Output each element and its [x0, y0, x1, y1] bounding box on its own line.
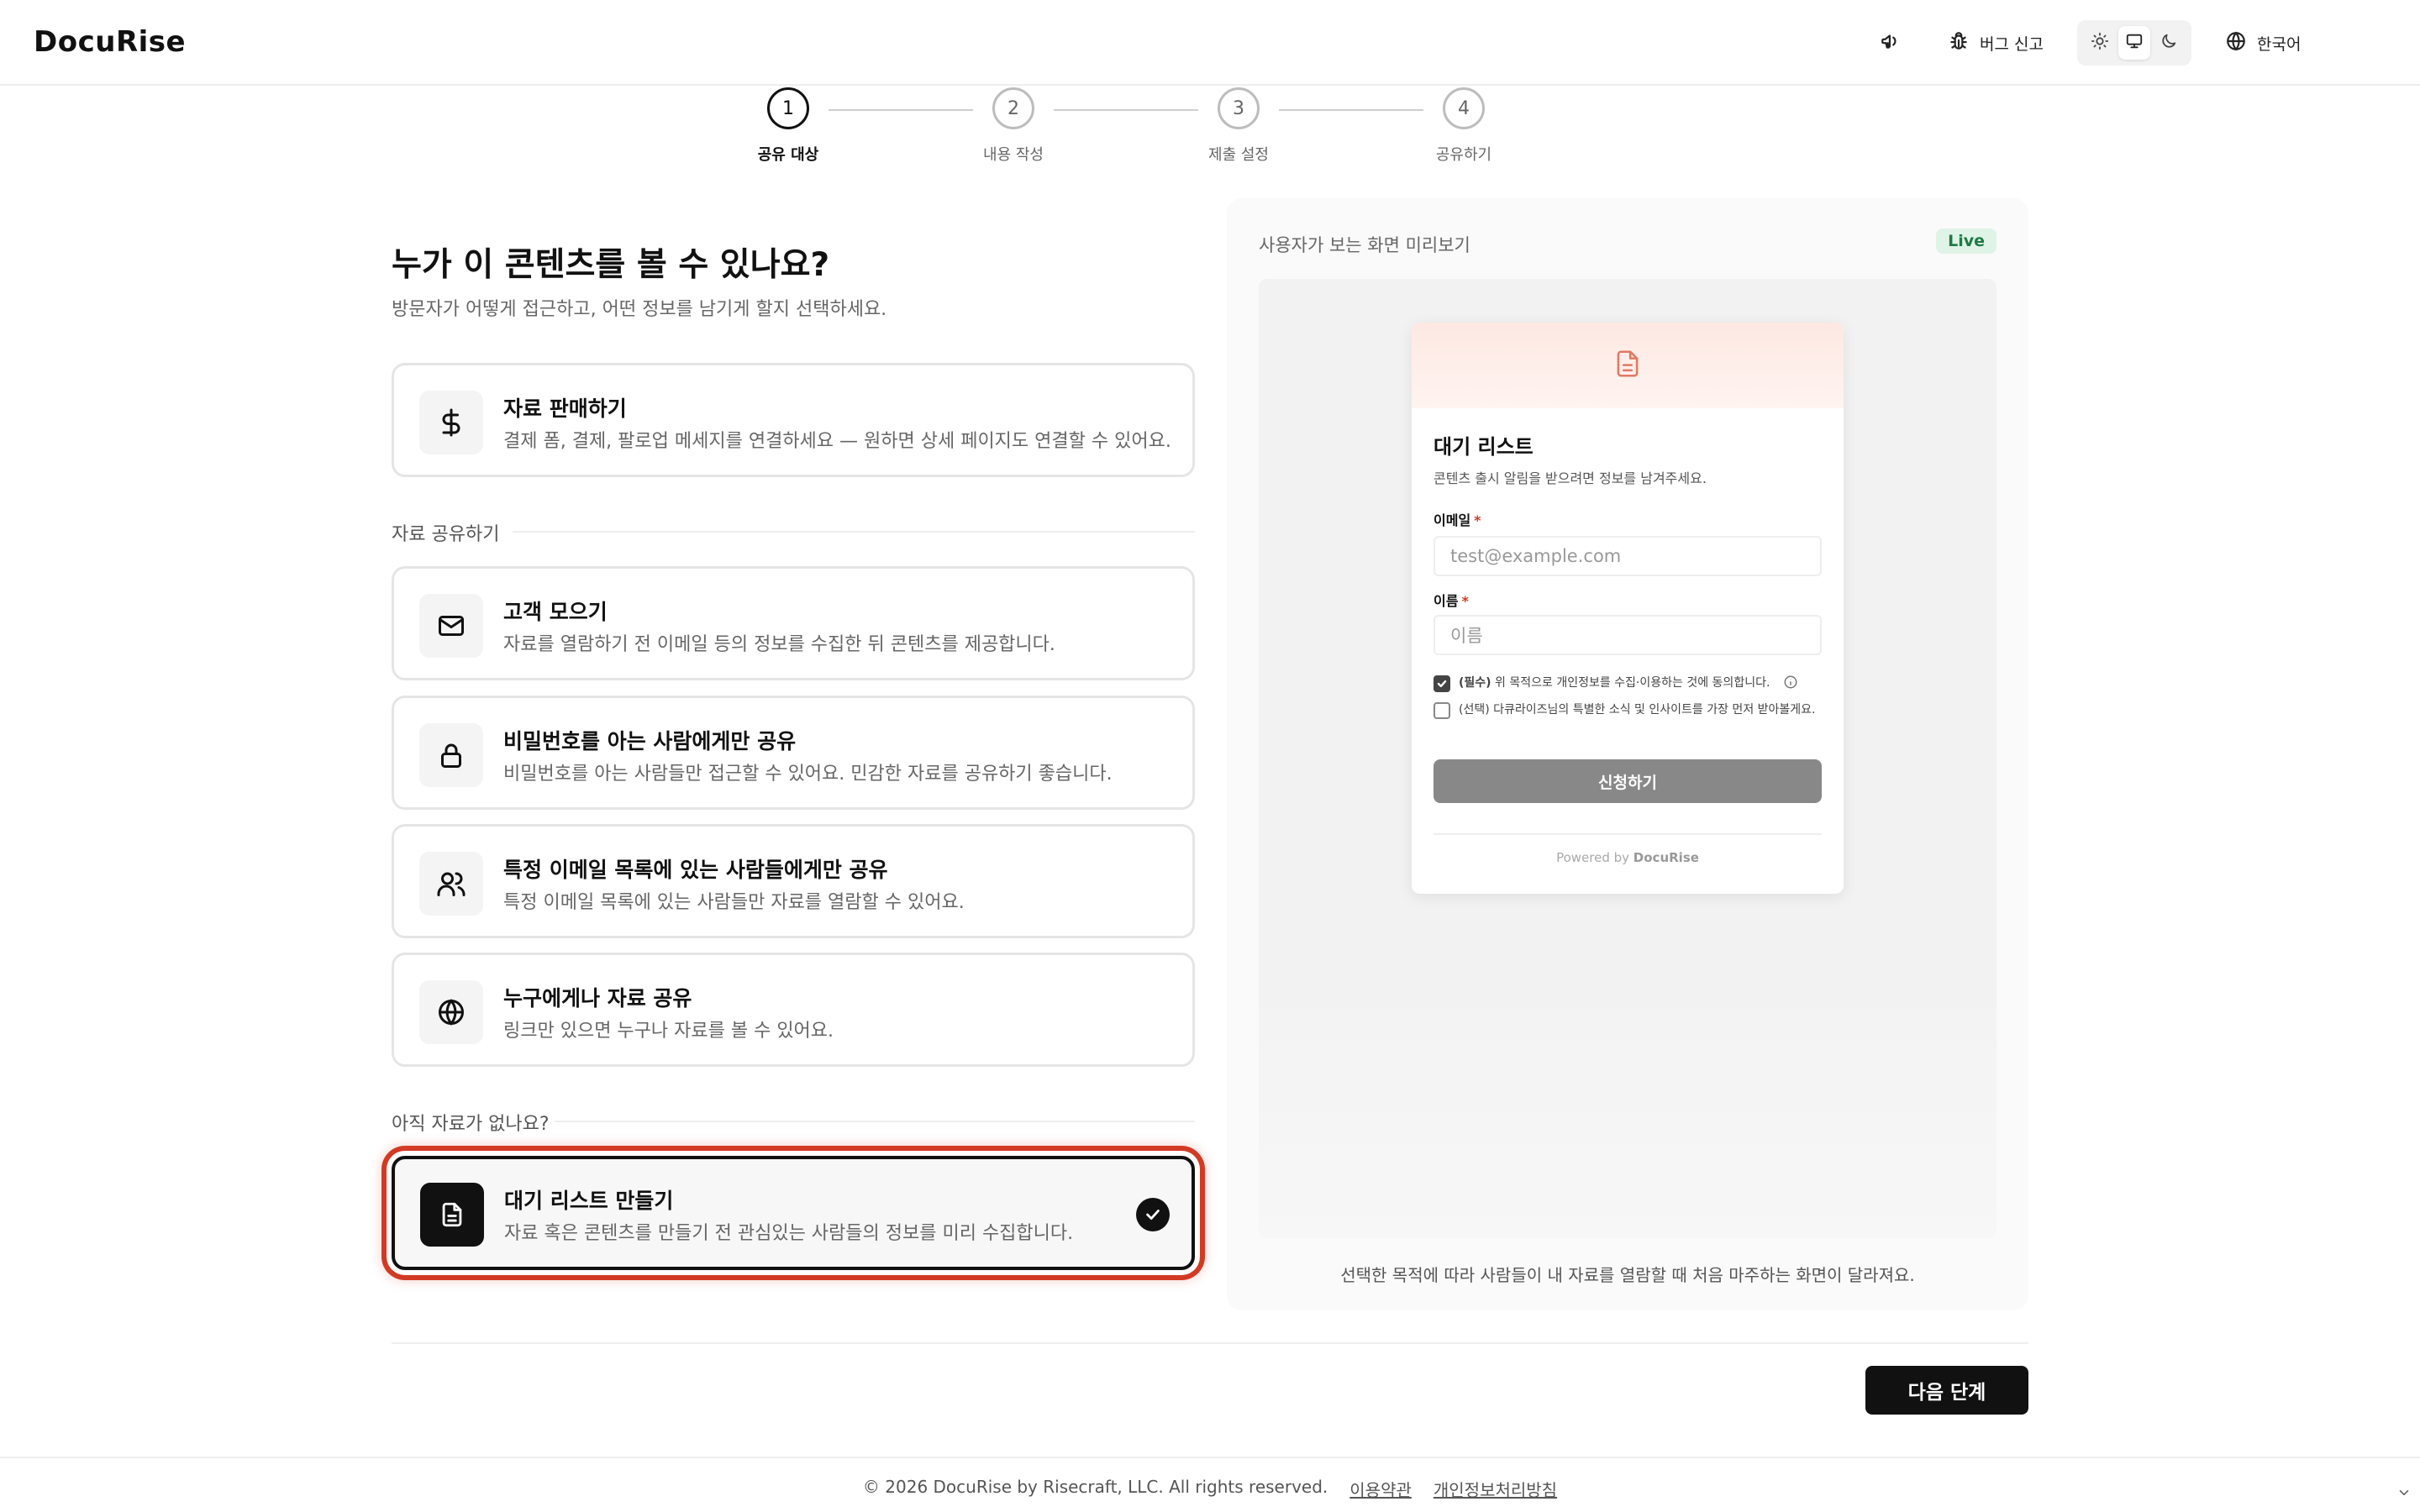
page-subtitle: 방문자가 어떻게 접근하고, 어떤 정보를 남기게 할지 선택하세요.: [392, 299, 887, 320]
option-waitlist[interactable]: 대기 리스트 만들기 자료 혹은 콘텐츠를 만들기 전 관심있는 사람들의 정보…: [392, 1156, 1195, 1270]
live-badge: Live: [1936, 228, 1996, 254]
monitor-icon: [2125, 32, 2144, 54]
option-title: 고객 모으기: [503, 600, 608, 624]
option-description: 비밀번호를 아는 사람들만 접근할 수 있어요. 민감한 자료를 공유하기 좋습…: [503, 764, 1113, 785]
step-2[interactable]: 2 내용 작성: [946, 87, 1081, 165]
option-password[interactable]: 비밀번호를 아는 사람에게만 공유 비밀번호를 아는 사람들만 접근할 수 있어…: [392, 696, 1195, 810]
globe-icon: [2225, 30, 2247, 56]
section-divider: [513, 531, 1195, 533]
selected-check-icon: [1136, 1198, 1170, 1231]
language-label: 한국어: [2257, 34, 2302, 54]
powered-brand: DocuRise: [1633, 850, 1699, 865]
option-sell[interactable]: 자료 판매하기 결제 폼, 결제, 팔로업 메세지를 연결하세요 — 원하면 상…: [392, 363, 1195, 477]
light-theme-button[interactable]: [2084, 26, 2116, 60]
step-label: 제출 설정: [1208, 146, 1269, 164]
name-input[interactable]: 이름: [1434, 615, 1822, 655]
megaphone-icon: [1880, 30, 1902, 56]
preview-fade: [1259, 969, 1996, 1238]
bug-report-button[interactable]: 버그 신고: [1948, 25, 2044, 60]
moon-icon: [2160, 32, 2178, 54]
mail-icon: [419, 594, 483, 658]
dollar-icon: [419, 391, 483, 454]
consent-required-text: (필수) 위 목적으로 개인정보를 수집·이용하는 것에 동의합니다.: [1459, 674, 1770, 692]
option-description: 링크만 있으면 누구나 자료를 볼 수 있어요.: [503, 1021, 834, 1042]
globe-icon: [419, 980, 483, 1044]
sun-icon: [2091, 32, 2109, 54]
consent-required[interactable]: (필수) 위 목적으로 개인정보를 수집·이용하는 것에 동의합니다.: [1434, 674, 1828, 696]
option-title: 비밀번호를 아는 사람에게만 공유: [503, 729, 797, 753]
apply-button[interactable]: 신청하기: [1434, 759, 1822, 803]
waitlist-preview-card: 대기 리스트 콘텐츠 출시 알림을 받으려면 정보를 남겨주세요. 이메일 * t…: [1412, 323, 1844, 894]
card-subtitle: 콘텐츠 출시 알림을 받으려면 정보를 남겨주세요.: [1434, 470, 1707, 486]
bug-icon: [1948, 30, 1970, 56]
option-description: 결제 폼, 결제, 팔로업 메세지를 연결하세요 — 원하면 상세 페이지도 연…: [503, 431, 1171, 452]
step-number: 1: [767, 87, 809, 129]
step-label: 공유하기: [1435, 146, 1492, 164]
lock-icon: [419, 723, 483, 787]
email-label-text: 이메일: [1434, 512, 1471, 528]
consent-optional[interactable]: (선택) 다큐라이즈님의 특별한 소식 및 인사이트를 가장 먼저 받아볼게요.: [1434, 701, 1828, 719]
theme-switcher: [2077, 20, 2191, 66]
option-title: 대기 리스트 만들기: [504, 1189, 674, 1213]
step-4[interactable]: 4 공유하기: [1397, 87, 1531, 165]
option-description: 특정 이메일 목록에 있는 사람들만 자료를 열람할 수 있어요.: [503, 892, 965, 913]
card-divider: [1434, 833, 1822, 835]
next-step-button[interactable]: 다음 단계: [1865, 1366, 2028, 1415]
consent-required-checkbox[interactable]: [1434, 675, 1450, 692]
option-title: 특정 이메일 목록에 있는 사람들에게만 공유: [503, 858, 888, 882]
card-header: [1412, 323, 1844, 408]
language-selector[interactable]: 한국어: [2225, 25, 2301, 60]
step-number: 4: [1443, 87, 1485, 129]
step-1[interactable]: 1 공유 대상: [721, 87, 855, 165]
name-label-text: 이름: [1434, 593, 1459, 609]
step-label: 내용 작성: [983, 146, 1044, 164]
step-3[interactable]: 3 제출 설정: [1171, 87, 1306, 165]
option-title: 자료 판매하기: [503, 396, 627, 421]
required-mark: *: [1461, 593, 1469, 609]
option-public[interactable]: 누구에게나 자료 공유 링크만 있으면 누구나 자료를 볼 수 있어요.: [392, 953, 1195, 1067]
option-description: 자료를 열람하기 전 이메일 등의 정보를 수집한 뒤 콘텐츠를 제공합니다.: [503, 634, 1055, 655]
privacy-link[interactable]: 개인정보처리방침: [1434, 1477, 1557, 1501]
consent-required-body: 위 목적으로 개인정보를 수집·이용하는 것에 동의합니다.: [1495, 676, 1770, 690]
powered-by: Powered by DocuRise: [1412, 850, 1844, 865]
announcement-button[interactable]: [1874, 25, 1907, 60]
footer: © 2026 DocuRise by Risecraft, LLC. All r…: [0, 1457, 2420, 1512]
docurise-logo[interactable]: DocuRise: [34, 25, 186, 59]
action-divider: [392, 1342, 2028, 1344]
option-collect-leads[interactable]: 고객 모으기 자료를 열람하기 전 이메일 등의 정보를 수집한 뒤 콘텐츠를 …: [392, 566, 1195, 680]
option-email-list[interactable]: 특정 이메일 목록에 있는 사람들에게만 공유 특정 이메일 목록에 있는 사람…: [392, 824, 1195, 938]
terms-link[interactable]: 이용약관: [1349, 1477, 1412, 1501]
app-header: DocuRise 버그 신고 한국어: [0, 0, 2420, 86]
required-mark: *: [1474, 512, 1481, 528]
email-field-label: 이메일 *: [1434, 509, 1481, 529]
chevron-down-icon[interactable]: [2396, 1485, 2412, 1504]
section-divider: [555, 1121, 1195, 1122]
powered-prefix: Powered by: [1556, 850, 1630, 865]
section-label-no-content: 아직 자료가 없나요?: [392, 1114, 550, 1135]
footer-row: © 2026 DocuRise by Risecraft, LLC. All r…: [0, 1477, 2420, 1501]
consent-optional-checkbox[interactable]: [1434, 702, 1450, 719]
info-icon[interactable]: [1783, 675, 1798, 696]
copyright: © 2026 DocuRise by Risecraft, LLC. All r…: [862, 1477, 1328, 1497]
document-icon: [420, 1183, 484, 1247]
email-input[interactable]: test@example.com: [1434, 536, 1822, 576]
preview-label: 사용자가 보는 화면 미리보기: [1259, 235, 1470, 255]
option-description: 자료 혹은 콘텐츠를 만들기 전 관심있는 사람들의 정보를 미리 수집합니다.: [504, 1223, 1074, 1244]
bug-report-label: 버그 신고: [1980, 34, 2044, 54]
step-label: 공유 대상: [757, 146, 819, 164]
option-title: 누구에게나 자료 공유: [503, 986, 692, 1011]
preview-caption: 선택한 목적에 따라 사람들이 내 자료를 열람할 때 처음 마주하는 화면이 …: [1340, 1265, 1915, 1285]
system-theme-button[interactable]: [2118, 26, 2150, 60]
consent-required-prefix: (필수): [1459, 676, 1491, 690]
step-number: 2: [992, 87, 1034, 129]
step-number: 3: [1218, 87, 1260, 129]
consent-optional-text: (선택) 다큐라이즈님의 특별한 소식 및 인사이트를 가장 먼저 받아볼게요.: [1459, 703, 1816, 717]
page-title: 누가 이 콘텐츠를 볼 수 있나요?: [392, 246, 830, 284]
name-field-label: 이름 *: [1434, 590, 1469, 610]
dark-theme-button[interactable]: [2153, 26, 2185, 60]
document-icon: [1612, 348, 1644, 383]
section-label-share: 자료 공유하기: [392, 524, 500, 545]
users-icon: [419, 852, 483, 916]
card-title: 대기 리스트: [1434, 435, 1534, 459]
